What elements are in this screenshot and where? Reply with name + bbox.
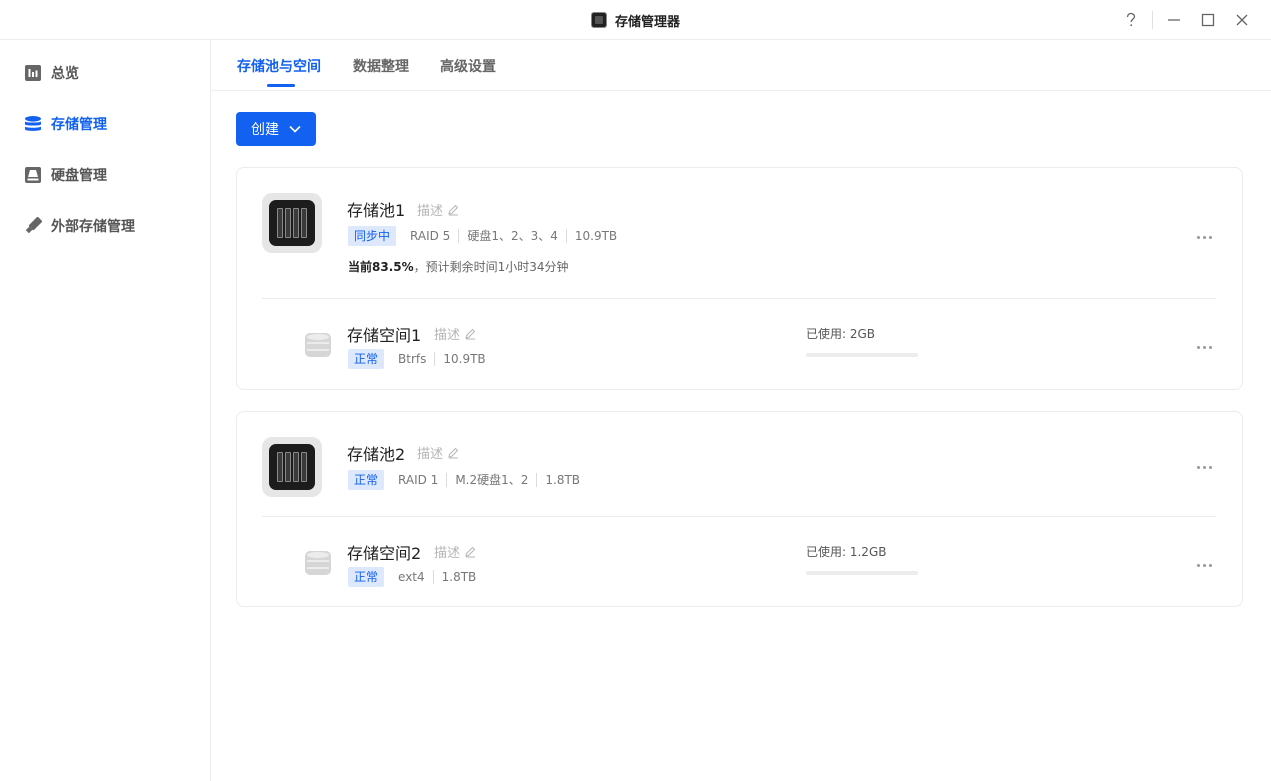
minimize-button[interactable] [1157, 0, 1191, 40]
tab-data-defrag[interactable]: 数据整理 [353, 40, 409, 91]
volume-description: 描述 [434, 546, 461, 561]
create-button[interactable]: 创建 [236, 112, 316, 146]
title-bar: 存储管理器 [0, 0, 1271, 40]
volume-filesystem: ext4 [398, 570, 425, 584]
pool-name: 存储池1 [347, 201, 406, 220]
volume-icon [305, 333, 331, 357]
close-icon [1236, 14, 1248, 26]
edit-icon [465, 328, 476, 339]
tab-bar: 存储池与空间 数据整理 高级设置 [211, 40, 1271, 91]
drive-icon [24, 166, 42, 184]
status-badge: 正常 [348, 567, 385, 587]
edit-icon [448, 447, 459, 458]
volume-meta: 正常 ext4 1.8TB [348, 567, 484, 587]
pool-size: 10.9TB [565, 229, 625, 243]
window-title: 存储管理器 [614, 14, 680, 30]
sidebar-item-storage[interactable]: 存储管理 [24, 112, 107, 136]
help-button[interactable] [1114, 0, 1148, 40]
create-button-label: 创建 [251, 122, 279, 138]
volume-icon [305, 551, 331, 575]
sidebar-item-label: 总览 [51, 66, 79, 82]
sidebar-item-external[interactable]: 外部存储管理 [24, 214, 135, 238]
volume-description: 描述 [434, 328, 461, 343]
chart-icon [24, 64, 42, 82]
pool-raid: RAID 5 [410, 229, 451, 243]
status-badge: 正常 [348, 470, 385, 490]
help-icon [1126, 12, 1136, 27]
volume-description-edit[interactable]: 描述 [434, 542, 476, 561]
pool-disks: 硬盘1、2、3、4 [458, 229, 566, 243]
status-badge: 同步中 [348, 226, 397, 246]
pool-more-button[interactable] [1191, 460, 1217, 474]
pool-card: 存储池2 描述 正常 RAID 1 M.2硬盘1、2 1.8TB 存储空间2 描… [236, 411, 1243, 607]
volume-meta: 正常 Btrfs 10.9TB [348, 349, 494, 369]
tab-pools-and-volumes[interactable]: 存储池与空间 [237, 40, 321, 91]
pool-description: 描述 [417, 447, 444, 462]
window-title-area: 存储管理器 [0, 0, 1271, 40]
volume-more-button[interactable] [1191, 558, 1217, 572]
storage-pool-icon [262, 193, 322, 253]
volume-size: 1.8TB [432, 570, 485, 584]
volume-name: 存储空间1 [347, 326, 422, 345]
edit-icon [448, 204, 459, 215]
database-icon [24, 115, 42, 133]
sync-progress-remaining: ，预计剩余时间1小时34分钟 [413, 260, 569, 274]
usage-bar [806, 353, 918, 357]
pool-description-edit[interactable]: 描述 [417, 200, 459, 219]
divider [262, 516, 1216, 517]
volume-used-label: 已使用: 1.2GB [806, 545, 887, 559]
sidebar-item-overview[interactable]: 总览 [24, 61, 79, 85]
sync-progress-text: 当前83.5%，预计剩余时间1小时34分钟 [348, 258, 569, 275]
pool-size: 1.8TB [536, 473, 588, 487]
maximize-icon [1201, 13, 1215, 27]
window-controls [1114, 0, 1259, 40]
pool-disks: M.2硬盘1、2 [446, 473, 536, 487]
volume-size: 10.9TB [434, 352, 493, 366]
volume-description-edit[interactable]: 描述 [434, 324, 476, 343]
pool-description-edit[interactable]: 描述 [417, 443, 459, 462]
sync-progress-current: 当前83.5% [348, 260, 414, 274]
usage-bar [806, 571, 918, 575]
pool-meta: 同步中 RAID 5 硬盘1、2、3、4 10.9TB [348, 226, 625, 246]
pool-raid: RAID 1 [398, 473, 439, 487]
status-badge: 正常 [348, 349, 385, 369]
edit-icon [465, 546, 476, 557]
volume-used-label: 已使用: 2GB [806, 327, 876, 341]
pool-meta: 正常 RAID 1 M.2硬盘1、2 1.8TB [348, 470, 588, 490]
maximize-button[interactable] [1191, 0, 1225, 40]
tab-advanced-settings[interactable]: 高级设置 [440, 40, 496, 91]
storage-app-icon [590, 12, 607, 28]
window-controls-separator [1152, 11, 1153, 29]
pool-card: 存储池1 描述 同步中 RAID 5 硬盘1、2、3、4 10.9TB 当前83… [236, 167, 1243, 390]
sidebar-item-label: 硬盘管理 [51, 168, 107, 184]
chevron-down-icon [289, 125, 301, 133]
volume-name: 存储空间2 [347, 544, 422, 563]
sidebar-item-label: 存储管理 [51, 117, 107, 133]
volume-filesystem: Btrfs [398, 352, 427, 366]
sidebar: 总览 存储管理 硬盘管理 外部存储管理 [0, 40, 211, 781]
pool-name: 存储池2 [347, 445, 406, 464]
sidebar-item-drives[interactable]: 硬盘管理 [24, 163, 107, 187]
pool-more-button[interactable] [1191, 230, 1217, 244]
usb-icon [24, 217, 42, 235]
pool-description: 描述 [417, 204, 444, 219]
minimize-icon [1168, 19, 1180, 21]
divider [262, 298, 1216, 299]
storage-pool-icon [262, 437, 322, 497]
close-button[interactable] [1225, 0, 1259, 40]
sidebar-item-label: 外部存储管理 [51, 219, 135, 235]
volume-more-button[interactable] [1191, 340, 1217, 354]
